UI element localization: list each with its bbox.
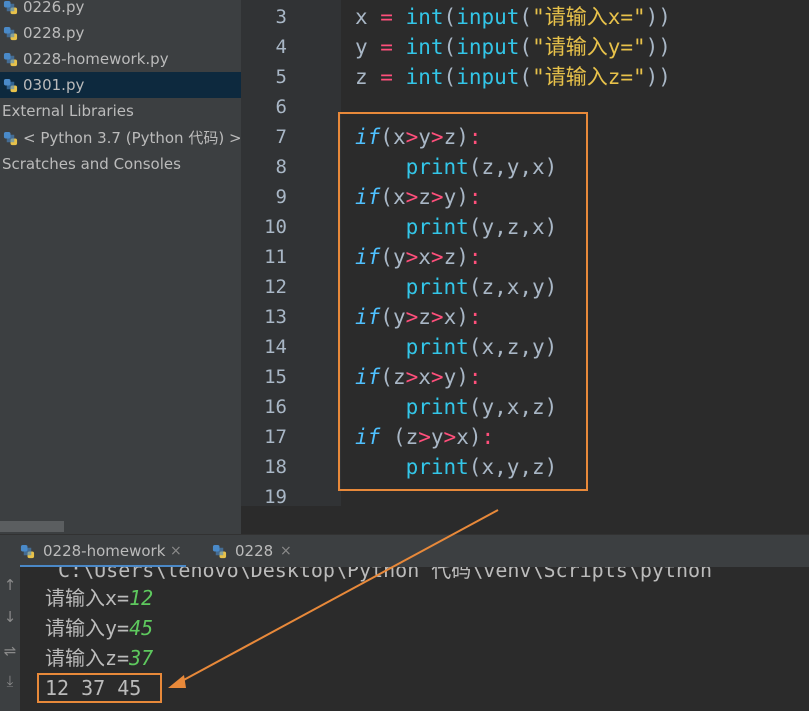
tree-item-0228-homework[interactable]: 0228-homework.py (0, 46, 241, 72)
line-number: 14 (264, 336, 287, 358)
line-number: 4 (275, 36, 287, 58)
tab-label: 0228-homework (43, 542, 166, 560)
editor-gutter: 3 4 5 6 7 8 9 10 11 12 13 14 15 16 17 18… (241, 0, 341, 508)
python-file-icon (212, 544, 227, 559)
code-line-16: print(y,x,z) (405, 395, 558, 419)
tab-0228[interactable]: 0228 × (212, 535, 302, 568)
arrow-up-icon[interactable]: ↑ (2, 577, 18, 593)
tree-item-label: 0301.py (23, 76, 85, 94)
prompt-text: 请输入x= (45, 586, 130, 610)
user-input-value: 12 (129, 586, 154, 610)
prompt-text: 请输入y= (45, 616, 130, 640)
tree-item-0301[interactable]: 0301.py (0, 72, 241, 98)
code-line-15: if(z>x>y): (355, 365, 482, 389)
tab-label: 0228 (235, 542, 274, 560)
tree-item-label: Scratches and Consoles (2, 155, 181, 173)
output-highlight-box (37, 673, 162, 703)
close-icon[interactable]: × (170, 535, 182, 568)
python-file-icon (3, 52, 18, 67)
code-line-7: if(x>y>z): (355, 125, 482, 149)
line-number: 13 (264, 306, 287, 328)
line-number: 3 (275, 6, 287, 28)
code-line-18: print(x,y,z) (405, 455, 558, 479)
tree-item-label: External Libraries (2, 102, 134, 120)
console-prompt-line: 请输入y=45 (45, 613, 153, 643)
python-file-icon (3, 26, 18, 41)
tree-item-label: 0228-homework.py (23, 50, 169, 68)
code-line-14: print(x,z,y) (405, 335, 558, 359)
tree-item-label: < Python 3.7 (Python 代码) > C (23, 129, 241, 147)
python-file-icon (20, 544, 35, 559)
line-number: 12 (264, 276, 287, 298)
code-line-8: print(z,y,x) (405, 155, 558, 179)
run-toolbar: ↑ ↓ ⇌ ⤓ (0, 567, 20, 711)
scroll-to-end-icon[interactable]: ⤓ (2, 673, 18, 689)
tree-item-label: 0228.py (23, 24, 85, 42)
sidebar-horizontal-scrollbar[interactable] (0, 521, 64, 532)
editor-horizontal-scroll-area (241, 506, 809, 534)
console-path-line: C:\Users\lenovo\Desktop\Python 代码\venv\S… (58, 567, 713, 582)
line-number: 17 (264, 426, 287, 448)
line-number: 15 (264, 366, 287, 388)
line-number: 8 (275, 156, 287, 178)
code-line-10: print(y,z,x) (405, 215, 558, 239)
close-icon[interactable]: × (280, 535, 292, 568)
python-sdk-icon (3, 131, 18, 146)
line-number: 9 (275, 186, 287, 208)
prompt-text: 请输入z= (45, 646, 130, 670)
line-number: 11 (264, 246, 287, 268)
run-tabs-bar: 0228-homework × 0228 × (0, 534, 809, 568)
code-line-12: print(z,x,y) (405, 275, 558, 299)
code-line-11: if(y>x>z): (355, 245, 482, 269)
tree-item-python-sdk[interactable]: < Python 3.7 (Python 代码) > C (0, 125, 241, 151)
code-line-13: if(y>z>x): (355, 305, 482, 329)
console-prompt-line: 请输入z=37 (45, 643, 153, 673)
tree-item-label: 0226.py (23, 0, 85, 16)
ide-window: 0226.py 0228.py 0228-homework.py 0301.py… (0, 0, 809, 711)
tree-item-scratches[interactable]: Scratches and Consoles (0, 151, 241, 177)
line-number: 5 (275, 66, 287, 88)
code-line-3: x = int(input("请输入x=")) (355, 5, 671, 29)
tree-item-external-libraries[interactable]: External Libraries (0, 98, 241, 124)
line-number: 6 (275, 96, 287, 118)
user-input-value: 45 (129, 616, 154, 640)
code-line-5: z = int(input("请输入z=")) (355, 65, 671, 89)
code-line-9: if(x>z>y): (355, 185, 482, 209)
code-editor[interactable]: x = int(input("请输入x=")) y = int(input("请… (341, 0, 809, 506)
tree-item-0226[interactable]: 0226.py (0, 0, 241, 20)
line-number: 7 (275, 126, 287, 148)
console-prompt-line: 请输入x=12 (45, 583, 153, 613)
python-file-icon (3, 78, 18, 93)
project-tree: 0226.py 0228.py 0228-homework.py 0301.py… (0, 0, 241, 521)
arrow-down-icon[interactable]: ↓ (2, 609, 18, 625)
code-line-4: y = int(input("请输入y=")) (355, 35, 671, 59)
user-input-value: 37 (129, 646, 154, 670)
line-number: 18 (264, 456, 287, 478)
python-file-icon (3, 0, 18, 15)
line-number: 10 (264, 216, 287, 238)
line-number: 16 (264, 396, 287, 418)
tab-0228-homework[interactable]: 0228-homework × (20, 535, 186, 568)
soft-wrap-icon[interactable]: ⇌ (2, 643, 18, 659)
code-line-17: if (z>y>x): (355, 425, 495, 449)
tree-item-0228[interactable]: 0228.py (0, 20, 241, 46)
